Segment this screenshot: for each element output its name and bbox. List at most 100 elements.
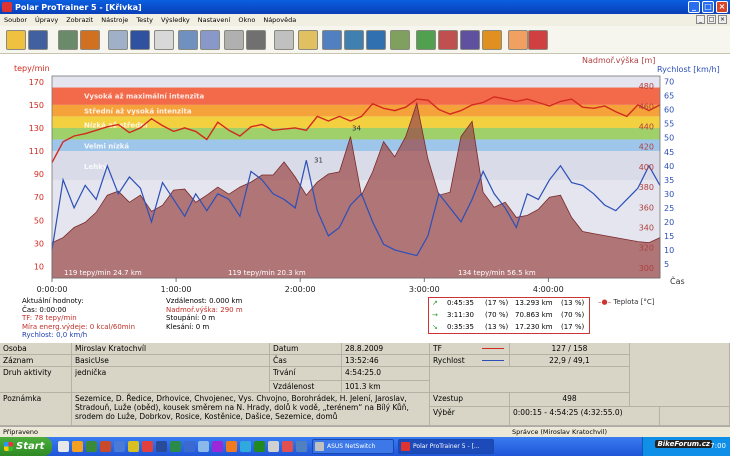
zone-down-dist: 17.230 km [515, 323, 553, 331]
folder-open-icon[interactable] [6, 30, 26, 50]
vyber-value: 0:00:15 - 4:54:25 (4:32:55.0) [510, 407, 660, 426]
status-user: Správce (Miroslav Kratochvil) [512, 428, 608, 436]
alt-tick-label-1: 460 [639, 102, 654, 111]
druh-label: Druh aktivity [0, 367, 72, 393]
marker-label-0: 31 [314, 157, 323, 165]
x-tick-label-4: 4:00:00 [533, 285, 564, 294]
tf-label: TF [430, 343, 510, 355]
zone-flat-dist: 70.863 km [515, 311, 553, 319]
mdi-minimize-button[interactable]: _ [696, 15, 705, 24]
weather-icon[interactable] [508, 30, 528, 50]
zones-chart-4-icon[interactable] [482, 30, 502, 50]
rotate-icon[interactable] [366, 30, 386, 50]
zone-label-4: Lehký [84, 162, 108, 171]
alt-tick-label-9: 300 [639, 264, 654, 273]
clock[interactable]: 7:00 [710, 442, 726, 450]
diary-icon[interactable] [130, 30, 150, 50]
menu-zobrazit[interactable]: Zobrazit [62, 16, 97, 24]
menu-napoveda[interactable]: Nápověda [259, 16, 300, 24]
quicklaunch-icq-icon[interactable] [254, 441, 265, 452]
menu-nastroje[interactable]: Nástroje [97, 16, 132, 24]
quicklaunch-misc-icon[interactable] [212, 441, 223, 452]
current-values-heading: Aktuální hodnoty: [22, 297, 84, 305]
zones-chart-3-icon[interactable] [460, 30, 480, 50]
quicklaunch-firefox-icon[interactable] [226, 441, 237, 452]
temperature-legend[interactable]: –●– Teplota [°C] [598, 298, 655, 306]
current-speed: Rychlost: 0,0 km/h [22, 331, 88, 339]
menu-testy[interactable]: Testy [132, 16, 157, 24]
quicklaunch-word-icon[interactable] [156, 441, 167, 452]
fitness-test-icon[interactable] [154, 30, 174, 50]
osoba-value[interactable]: Miroslav Kratochvíl [72, 343, 270, 355]
menu-okno[interactable]: Okno [234, 16, 259, 24]
poznamka-value[interactable]: Sezemice, D. Ředice, Drhovice, Chvojenec… [72, 393, 430, 426]
person-sync-icon[interactable] [58, 30, 78, 50]
quicklaunch-skype-icon[interactable] [240, 441, 251, 452]
close-button[interactable]: × [716, 1, 728, 13]
person-icon[interactable] [80, 30, 100, 50]
quicklaunch-calc-icon[interactable] [268, 441, 279, 452]
current-time: Čas: 0:00:00 [22, 305, 67, 314]
menu-upravy[interactable]: Úpravy [31, 16, 62, 24]
zone-label-1: Střední až vysoká intenzita [84, 108, 192, 116]
system-tray: BikeForum.cz 7:00 [642, 437, 730, 456]
menu-soubor[interactable]: Soubor [0, 16, 31, 24]
calendar-icon[interactable] [108, 30, 128, 50]
quicklaunch-network-icon[interactable] [184, 441, 195, 452]
hr-tick-label-6: 50 [34, 216, 44, 225]
quicklaunch-opera-icon[interactable] [142, 441, 153, 452]
quicklaunch-tool-icon[interactable] [128, 441, 139, 452]
temperature-line-icon: –●– [598, 298, 612, 306]
current-altitude: Nadmoř.výška: 290 m [166, 305, 243, 314]
quicklaunch-desktop-icon[interactable] [198, 441, 209, 452]
save-icon[interactable] [28, 30, 48, 50]
druh-value[interactable]: jednička [72, 367, 270, 393]
x-tick-label-1: 1:00:00 [161, 285, 192, 294]
session-details-table: Osoba Miroslav Kratochvíl Záznam BasicUs… [0, 343, 730, 426]
alt-tick-label-8: 320 [639, 244, 654, 253]
vzdalenost-value: 101.3 km [342, 381, 430, 393]
current-values-panel: Aktuální hodnoty: Čas: 0:00:00 TF: 78 te… [22, 297, 135, 340]
quicklaunch-browser-icon[interactable] [72, 441, 83, 452]
minimize-button[interactable]: _ [688, 1, 700, 13]
temperature-legend-label: Teplota [°C] [613, 298, 655, 306]
zone-summary-box: ↗ 0:45:35 (17 %) 13.293 km (13 %) → 3:11… [428, 297, 590, 334]
quicklaunch-pdf-icon[interactable] [282, 441, 293, 452]
task-asus-netswitch[interactable]: ASUS NetSwitch [312, 439, 394, 454]
bar-chart-2-icon[interactable] [200, 30, 220, 50]
speed-tick-label-10: 20 [664, 218, 674, 227]
zone-up-dist-pct: (13 %) [561, 299, 585, 307]
zoom-icon[interactable] [274, 30, 294, 50]
mdi-close-button[interactable]: × [718, 15, 727, 24]
maximize-button[interactable]: □ [702, 1, 714, 13]
pulse-icon[interactable] [390, 30, 410, 50]
mdi-restore-button[interactable]: □ [707, 15, 716, 24]
quicklaunch-explorer-icon[interactable] [58, 441, 69, 452]
empty-cell [430, 367, 630, 393]
zones-chart-2-icon[interactable] [438, 30, 458, 50]
menu-nastaveni[interactable]: Nastavení [194, 16, 235, 24]
transfer-icon[interactable] [344, 30, 364, 50]
hr-tick-label-1: 150 [29, 101, 44, 110]
quicklaunch-app-icon[interactable] [100, 441, 111, 452]
compare-icon[interactable] [224, 30, 244, 50]
route-icon[interactable] [322, 30, 342, 50]
tf-line-icon [482, 348, 504, 349]
status-bar: Připraveno Správce (Miroslav Kratochvil) [0, 426, 730, 437]
zones-chart-icon[interactable] [416, 30, 436, 50]
quicklaunch-more-icon[interactable] [296, 441, 307, 452]
bar-chart-icon[interactable] [178, 30, 198, 50]
quicklaunch-folder-icon[interactable] [114, 441, 125, 452]
heart-rate-icon[interactable] [528, 30, 548, 50]
windows-logo-icon [4, 442, 13, 451]
zaznam-value[interactable]: BasicUse [72, 355, 270, 367]
quicklaunch-excel-icon[interactable] [170, 441, 181, 452]
table-icon[interactable] [246, 30, 266, 50]
quicklaunch-media-icon[interactable] [86, 441, 97, 452]
marker-icon[interactable] [298, 30, 318, 50]
title-bar[interactable]: Polar ProTrainer 5 - [Křivka] _ □ × [0, 0, 730, 14]
task-polar-protrainer[interactable]: Polar ProTrainer 5 - [... [398, 439, 494, 454]
start-button[interactable]: Start [0, 437, 52, 456]
menu-vysledky[interactable]: Výsledky [157, 16, 194, 24]
hr-tick-label-2: 130 [29, 124, 44, 133]
